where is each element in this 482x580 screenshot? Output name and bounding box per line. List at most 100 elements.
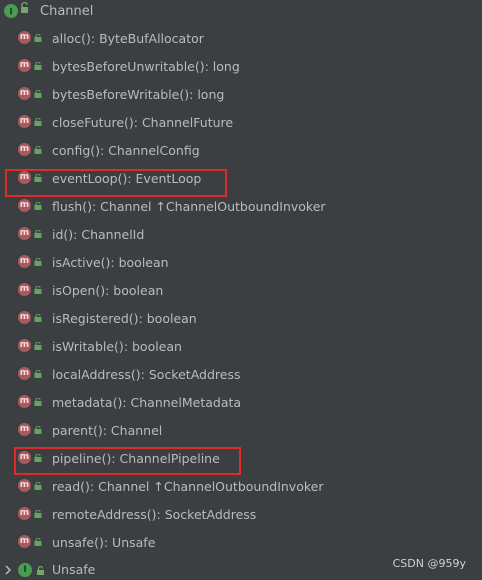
member-label: eventLoop(): EventLoop (52, 171, 201, 186)
member-row[interactable]: m localAddress(): SocketAddress (0, 360, 482, 388)
member-row[interactable]: m read(): Channel ↑ChannelOutboundInvoker (0, 472, 482, 500)
member-row[interactable]: m eventLoop(): EventLoop (0, 164, 482, 192)
svg-text:I: I (9, 8, 12, 18)
public-lock-icon (34, 202, 42, 210)
member-return-type: : boolean (110, 255, 169, 270)
public-lock-icon (34, 174, 42, 182)
member-label: bytesBeforeWritable(): long (52, 87, 224, 102)
member-row[interactable]: m remoteAddress(): SocketAddress (0, 500, 482, 528)
member-label: metadata(): ChannelMetadata (52, 395, 241, 410)
public-lock-icon (34, 90, 42, 98)
member-label: unsafe(): Unsafe (52, 535, 155, 550)
member-name: parent() (52, 423, 103, 438)
member-return-type: : ChannelPipeline (111, 451, 220, 466)
member-return-type: : boolean (138, 311, 197, 326)
public-lock-icon (34, 258, 42, 266)
method-icon: m (18, 255, 31, 268)
method-icon: m (18, 423, 31, 436)
tree-node-label: Unsafe (52, 562, 96, 577)
member-row[interactable]: m id(): ChannelId (0, 220, 482, 248)
member-row[interactable]: m parent(): Channel (0, 416, 482, 444)
public-lock-icon (34, 286, 42, 294)
member-return-type: : ChannelId (73, 227, 145, 242)
member-name: alloc() (52, 31, 91, 46)
member-row[interactable]: m bytesBeforeUnwritable(): long (0, 52, 482, 80)
public-lock-icon (34, 482, 42, 490)
method-icon: m (18, 367, 31, 380)
member-name: pipeline() (52, 451, 112, 466)
member-return-type: : ChannelMetadata (122, 395, 242, 410)
method-icon: m (18, 507, 31, 520)
member-name: isRegistered() (52, 311, 139, 326)
member-row[interactable]: m alloc(): ByteBufAllocator (0, 24, 482, 52)
method-icon: m (18, 311, 31, 324)
public-lock-icon (34, 398, 42, 406)
member-row[interactable]: m bytesBeforeWritable(): long (0, 80, 482, 108)
member-row[interactable]: m flush(): Channel ↑ChannelOutboundInvoke… (0, 192, 482, 220)
member-row[interactable]: m isRegistered(): boolean (0, 304, 482, 332)
chevron-right-icon[interactable] (4, 565, 12, 575)
public-lock-icon (34, 426, 42, 434)
member-list: m alloc(): ByteBufAllocator m bytesBeforeUn… (0, 24, 482, 556)
member-row[interactable]: m config(): ChannelConfig (0, 136, 482, 164)
member-return-type: : ByteBufAllocator (90, 31, 204, 46)
interface-icon: I (4, 1, 28, 18)
member-row[interactable]: m unsafe(): Unsafe (0, 528, 482, 556)
tree-root-label: Channel (40, 3, 94, 19)
member-name: eventLoop() (52, 171, 128, 186)
member-return-type: : ChannelFuture (133, 115, 234, 130)
method-icon: m (18, 283, 31, 296)
member-return-type: : EventLoop (127, 171, 202, 186)
member-row[interactable]: m isWritable(): boolean (0, 332, 482, 360)
method-icon: m (18, 115, 31, 128)
method-icon: m (18, 227, 31, 240)
tree-root-channel[interactable]: I Channel (0, 0, 93, 22)
member-name: isActive() (52, 255, 111, 270)
member-return-type: : ChannelConfig (100, 143, 200, 158)
method-icon: m (18, 171, 31, 184)
member-label: isWritable(): boolean (52, 339, 182, 354)
member-row[interactable]: m closeFuture(): ChannelFuture (0, 108, 482, 136)
member-name: remoteAddress() (52, 507, 157, 522)
member-return-type: : long (204, 59, 240, 74)
public-lock-icon (34, 454, 42, 462)
member-label: config(): ChannelConfig (52, 143, 200, 158)
member-row[interactable]: m pipeline(): ChannelPipeline (0, 444, 482, 472)
member-label: closeFuture(): ChannelFuture (52, 115, 233, 130)
member-return-type: : Channel (102, 423, 163, 438)
member-label: flush(): Channel ↑ChannelOutboundInvoker (52, 199, 326, 214)
member-row[interactable]: m isOpen(): boolean (0, 276, 482, 304)
public-lock-icon (34, 370, 42, 378)
member-label: isActive(): boolean (52, 255, 169, 270)
watermark: CSDN @959y (392, 557, 466, 570)
member-name: flush() (52, 199, 92, 214)
public-lock-icon (34, 342, 42, 350)
public-lock-icon (34, 146, 42, 154)
method-icon: m (18, 87, 31, 100)
member-label: pipeline(): ChannelPipeline (52, 451, 220, 466)
public-lock-icon (34, 118, 42, 126)
member-return-type: : SocketAddress (140, 367, 241, 382)
member-return-type: : long (189, 87, 225, 102)
member-name: config() (52, 143, 101, 158)
member-name: bytesBeforeUnwritable() (52, 59, 205, 74)
member-name: bytesBeforeWritable() (52, 87, 190, 102)
method-icon: m (18, 199, 31, 212)
member-return-type: : boolean (105, 283, 164, 298)
member-label: isRegistered(): boolean (52, 311, 197, 326)
method-icon: m (18, 143, 31, 156)
member-name: read() (52, 479, 90, 494)
public-lock-icon (34, 34, 42, 42)
member-row[interactable]: m isActive(): boolean (0, 248, 482, 276)
public-lock-icon (34, 230, 42, 238)
member-label: alloc(): ByteBufAllocator (52, 31, 204, 46)
member-name: metadata() (52, 395, 123, 410)
method-icon: m (18, 479, 31, 492)
member-label: localAddress(): SocketAddress (52, 367, 240, 382)
member-row[interactable]: m metadata(): ChannelMetadata (0, 388, 482, 416)
method-icon: m (18, 31, 31, 44)
member-label: parent(): Channel (52, 423, 162, 438)
member-name: localAddress() (52, 367, 141, 382)
member-label: id(): ChannelId (52, 227, 144, 242)
member-name: id() (52, 227, 74, 242)
